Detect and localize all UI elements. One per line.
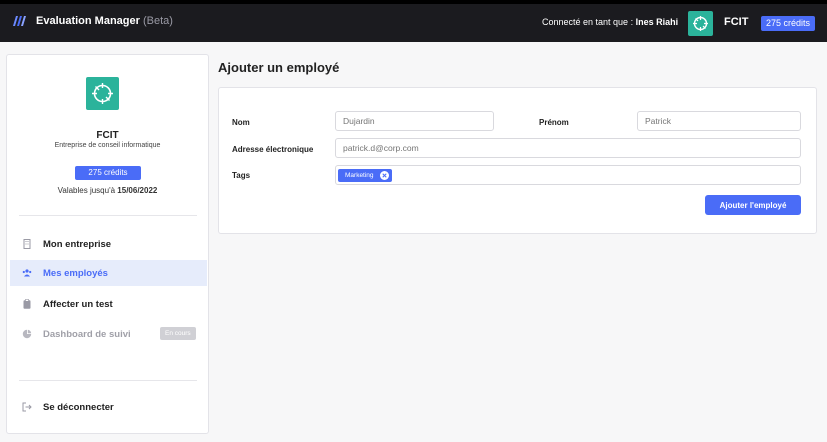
header-credits-badge: 275 crédits xyxy=(761,16,816,31)
tags-input[interactable]: Marketing xyxy=(335,165,801,185)
logout-label: Se déconnecter xyxy=(43,402,114,413)
credits-validity-date: 15/06/2022 xyxy=(117,186,158,195)
sidebar-item-dashboard-de-suivi[interactable]: Dashboard de suivi En cours xyxy=(10,321,207,347)
sidebar-item-label: Mon entreprise xyxy=(43,239,112,250)
header-company-name: FCIT xyxy=(724,16,749,28)
prenom-input[interactable] xyxy=(637,111,801,131)
page-title: Ajouter un employé xyxy=(218,60,340,75)
sidebar-company-name: FCIT xyxy=(96,130,119,141)
logout-icon xyxy=(22,402,32,412)
prenom-label: Prénom xyxy=(539,118,569,127)
sidebar-item-label: Affecter un test xyxy=(43,299,113,310)
sidebar-item-label: Mes employés xyxy=(43,268,108,279)
building-icon xyxy=(23,239,31,249)
chart-pie-icon xyxy=(22,329,32,339)
credits-validity-prefix: Valables jusqu'à xyxy=(57,186,116,195)
app-title: Evaluation Manager (Beta) xyxy=(36,15,173,27)
sidebar-credits-badge: 275 crédits xyxy=(75,166,141,180)
remove-tag-icon[interactable] xyxy=(379,171,389,180)
sidebar-item-mon-entreprise[interactable]: Mon entreprise xyxy=(10,231,207,257)
tag-chip: Marketing xyxy=(338,169,392,182)
clipboard-icon xyxy=(23,299,31,309)
sidebar-divider xyxy=(19,380,197,381)
sidebar-item-affecter-un-test[interactable]: Affecter un test xyxy=(10,291,207,317)
company-logo-icon xyxy=(86,77,119,110)
add-employee-button[interactable]: Ajouter l'employé xyxy=(705,195,801,215)
tags-label: Tags xyxy=(232,171,251,180)
nom-label: Nom xyxy=(232,118,250,127)
nom-input[interactable] xyxy=(335,111,494,131)
sidebar-item-label: Dashboard de suivi xyxy=(43,329,131,340)
company-logo-icon xyxy=(688,11,713,36)
app-title-text: Evaluation Manager xyxy=(36,15,140,27)
user-name: Ines Riahi xyxy=(635,17,679,27)
add-employee-form: Nom Prénom Adresse électronique Tags Mar… xyxy=(218,87,817,234)
sidebar-company-description: Entreprise de conseil informatique xyxy=(54,142,161,149)
tag-label: Marketing xyxy=(345,172,374,179)
sidebar: FCIT Entreprise de conseil informatique … xyxy=(6,54,209,434)
status-badge: En cours xyxy=(160,327,196,340)
sidebar-divider xyxy=(19,215,197,216)
credits-validity: Valables jusqu'à 15/06/2022 xyxy=(7,186,208,195)
top-navbar: Evaluation Manager (Beta) Connecté en ta… xyxy=(0,0,827,42)
users-icon xyxy=(22,269,32,277)
app-logo-icon[interactable] xyxy=(12,13,28,29)
email-label: Adresse électronique xyxy=(232,145,314,154)
email-input[interactable] xyxy=(335,138,801,158)
sidebar-item-mes-employes[interactable]: Mes employés xyxy=(10,260,207,286)
logged-in-prefix: Connecté en tant que : xyxy=(542,17,634,27)
logout-button[interactable]: Se déconnecter xyxy=(10,394,207,420)
logged-in-user: Connecté en tant que : Ines Riahi xyxy=(542,17,678,27)
app-beta-label: (Beta) xyxy=(142,15,173,27)
